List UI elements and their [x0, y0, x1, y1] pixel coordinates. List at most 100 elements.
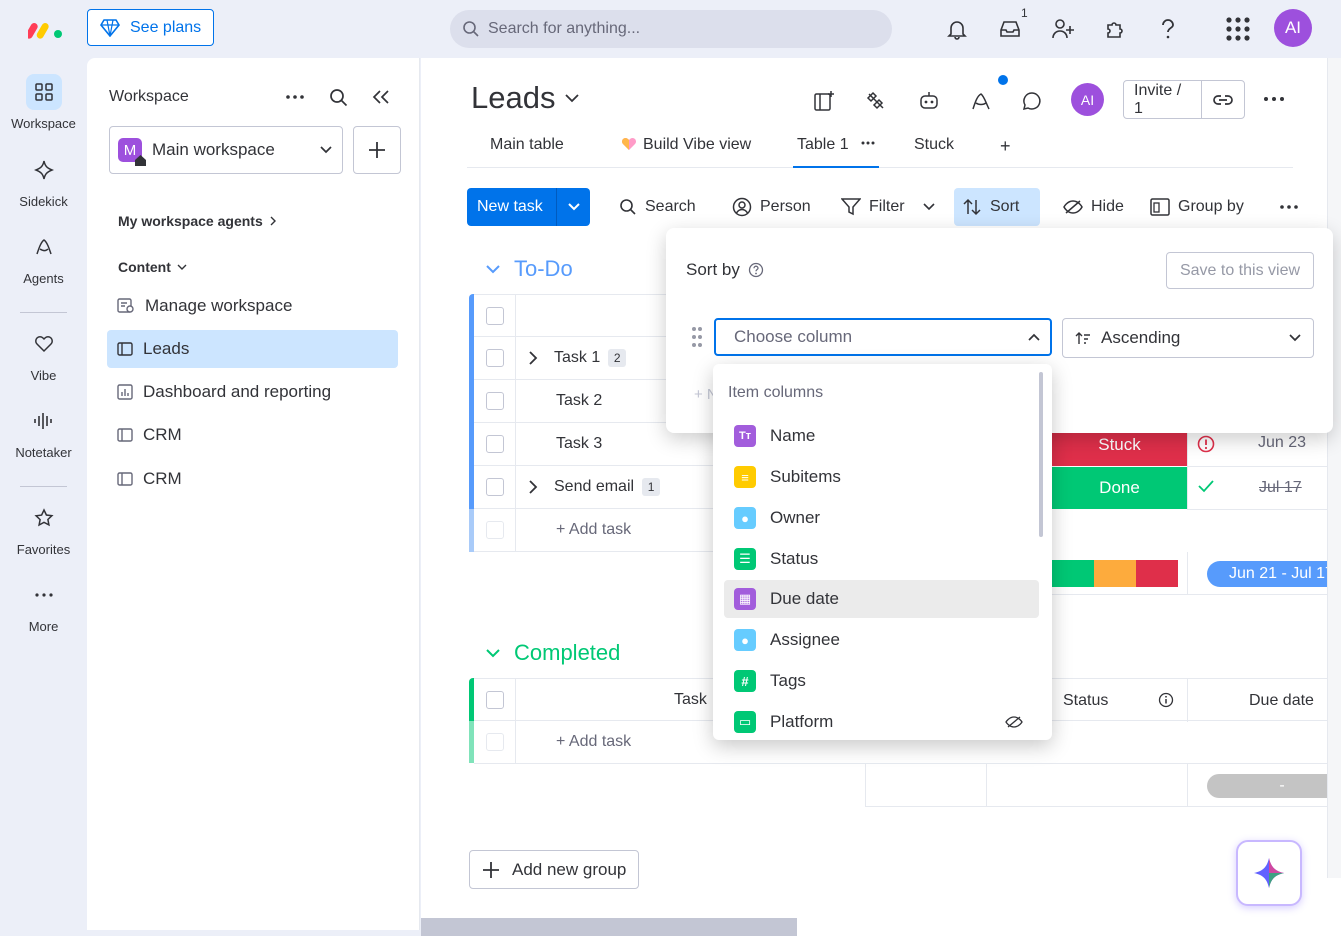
- row-checkbox[interactable]: [485, 349, 504, 367]
- timeline-summary[interactable]: Jun 21 - Jul 17: [1207, 561, 1341, 587]
- column-option-tags[interactable]: # Tags: [724, 662, 1039, 700]
- due-date-cell[interactable]: Jul 17: [1259, 479, 1302, 497]
- integrate-icon[interactable]: [863, 88, 889, 114]
- monday-logo-icon[interactable]: [28, 16, 64, 40]
- rail-item-favorites[interactable]: Favorites: [0, 500, 87, 557]
- help-circle-icon[interactable]: [748, 262, 764, 278]
- more-options-icon[interactable]: [285, 94, 305, 100]
- puzzle-icon[interactable]: [1100, 14, 1130, 44]
- rail-item-notetaker[interactable]: Notetaker: [0, 403, 87, 460]
- invite-user-icon[interactable]: [1048, 14, 1078, 44]
- group-title-todo[interactable]: To-Do: [486, 256, 573, 282]
- board-more-icon[interactable]: [1263, 96, 1285, 102]
- apps-grid-icon[interactable]: [1223, 14, 1253, 44]
- chevron-down-icon[interactable]: [556, 188, 590, 226]
- comment-icon[interactable]: [1019, 88, 1045, 114]
- task-name[interactable]: Task 2: [556, 392, 602, 410]
- hide-button[interactable]: Hide: [1055, 188, 1132, 226]
- chevron-down-icon[interactable]: [922, 203, 935, 211]
- column-option-owner[interactable]: ● Owner: [724, 499, 1039, 537]
- add-new-group-button[interactable]: Add new group: [469, 850, 639, 889]
- sort-button[interactable]: Sort: [954, 188, 1040, 226]
- group-by-button[interactable]: Group by: [1142, 188, 1252, 226]
- tab-main-table[interactable]: Main table: [490, 136, 564, 168]
- drag-handle-icon[interactable]: [691, 326, 703, 348]
- add-item-button[interactable]: [353, 126, 401, 174]
- column-option-platform[interactable]: ▭ Platform: [724, 703, 1039, 740]
- person-filter-button[interactable]: Person: [724, 188, 819, 226]
- collapse-sidebar-icon[interactable]: [372, 89, 390, 105]
- user-avatar[interactable]: AI: [1274, 9, 1312, 47]
- column-header-task[interactable]: Task: [674, 691, 707, 709]
- dots-icon[interactable]: [861, 136, 875, 166]
- rail-item-agents[interactable]: Agents: [0, 229, 87, 286]
- sort-order-select[interactable]: Ascending: [1062, 318, 1314, 358]
- automate-robot-icon[interactable]: [916, 88, 942, 114]
- row-checkbox[interactable]: [485, 435, 504, 453]
- board-member-avatar[interactable]: AI: [1071, 83, 1104, 116]
- tab-stuck[interactable]: Stuck: [914, 136, 954, 168]
- workspace-agents-section[interactable]: My workspace agents: [118, 213, 277, 229]
- invite-button[interactable]: Invite / 1: [1123, 80, 1245, 119]
- column-option-assignee[interactable]: ● Assignee: [724, 621, 1039, 659]
- row-checkbox[interactable]: [485, 478, 504, 496]
- ai-assistant-button[interactable]: [1236, 840, 1302, 906]
- rail-item-sidekick[interactable]: Sidekick: [0, 152, 87, 209]
- chevron-down-icon[interactable]: [486, 648, 500, 658]
- task-name[interactable]: Task 1: [554, 349, 600, 367]
- workspace-selector[interactable]: M Main workspace: [109, 126, 343, 174]
- save-to-view-button[interactable]: Save to this view: [1166, 252, 1314, 289]
- column-option-due-date[interactable]: ▦ Due date: [724, 580, 1039, 618]
- add-view-icon[interactable]: [811, 88, 837, 114]
- expand-chevron-icon[interactable]: [528, 480, 538, 494]
- sidebar-item-crm[interactable]: CRM: [107, 416, 398, 454]
- sidebar-item-crm-2[interactable]: CRM: [107, 460, 398, 498]
- bell-icon[interactable]: [942, 14, 972, 44]
- link-icon[interactable]: [1202, 81, 1244, 118]
- select-all-checkbox[interactable]: [485, 690, 504, 709]
- row-checkbox[interactable]: [485, 392, 504, 410]
- content-section[interactable]: Content: [118, 259, 187, 275]
- status-summary-bar[interactable]: [1052, 560, 1178, 587]
- help-icon[interactable]: [1153, 14, 1183, 44]
- dropdown-scrollbar[interactable]: [1039, 372, 1043, 537]
- vertical-scrollbar-track[interactable]: [1327, 58, 1341, 878]
- sidebar-item-manage-workspace[interactable]: Manage workspace: [107, 287, 398, 325]
- sidebar-item-leads[interactable]: Leads: [107, 330, 398, 368]
- task-name[interactable]: Send email: [554, 478, 634, 496]
- select-all-checkbox[interactable]: [485, 306, 504, 325]
- add-task-label[interactable]: + Add task: [556, 521, 631, 539]
- column-option-subitems[interactable]: ≡ Subitems: [724, 458, 1039, 496]
- info-icon[interactable]: [1158, 692, 1174, 708]
- group-title-completed[interactable]: Completed: [486, 640, 620, 666]
- rail-item-more[interactable]: More: [0, 577, 87, 634]
- due-date-cell[interactable]: Jun 23: [1258, 434, 1306, 452]
- tab-build-vibe-view[interactable]: Build Vibe view: [621, 136, 751, 168]
- global-search-input[interactable]: Search for anything...: [450, 10, 892, 48]
- expand-chevron-icon[interactable]: [528, 351, 538, 365]
- add-task-row[interactable]: + Add task: [474, 508, 719, 552]
- rail-item-vibe[interactable]: Vibe: [0, 326, 87, 383]
- add-task-label[interactable]: + Add task: [556, 733, 631, 751]
- column-header-due-date[interactable]: Due date: [1249, 692, 1314, 710]
- filter-button[interactable]: Filter: [833, 188, 943, 226]
- search-button[interactable]: Search: [611, 188, 704, 226]
- horizontal-scrollbar[interactable]: [421, 918, 797, 936]
- search-icon[interactable]: [329, 88, 349, 108]
- task-name[interactable]: Task 3: [556, 435, 602, 453]
- status-cell-done[interactable]: Done: [1052, 467, 1187, 509]
- column-header-status[interactable]: Status: [1063, 692, 1108, 710]
- column-option-status[interactable]: ☰ Status: [724, 540, 1039, 578]
- tab-table-1[interactable]: Table 1: [793, 136, 879, 168]
- see-plans-button[interactable]: See plans: [87, 9, 214, 46]
- rail-item-workspace[interactable]: Workspace: [0, 74, 87, 131]
- toolbar-more-icon[interactable]: [1271, 188, 1307, 226]
- chevron-down-icon[interactable]: [486, 264, 500, 274]
- choose-column-select[interactable]: Choose column: [714, 318, 1052, 356]
- column-option-name[interactable]: Tт Name: [724, 417, 1039, 455]
- sidebar-item-dashboard[interactable]: Dashboard and reporting: [107, 373, 398, 411]
- agents-icon[interactable]: [968, 88, 994, 114]
- new-task-button[interactable]: New task: [467, 188, 590, 226]
- board-title[interactable]: Leads: [471, 80, 580, 116]
- timeline-summary-empty[interactable]: -: [1207, 774, 1341, 798]
